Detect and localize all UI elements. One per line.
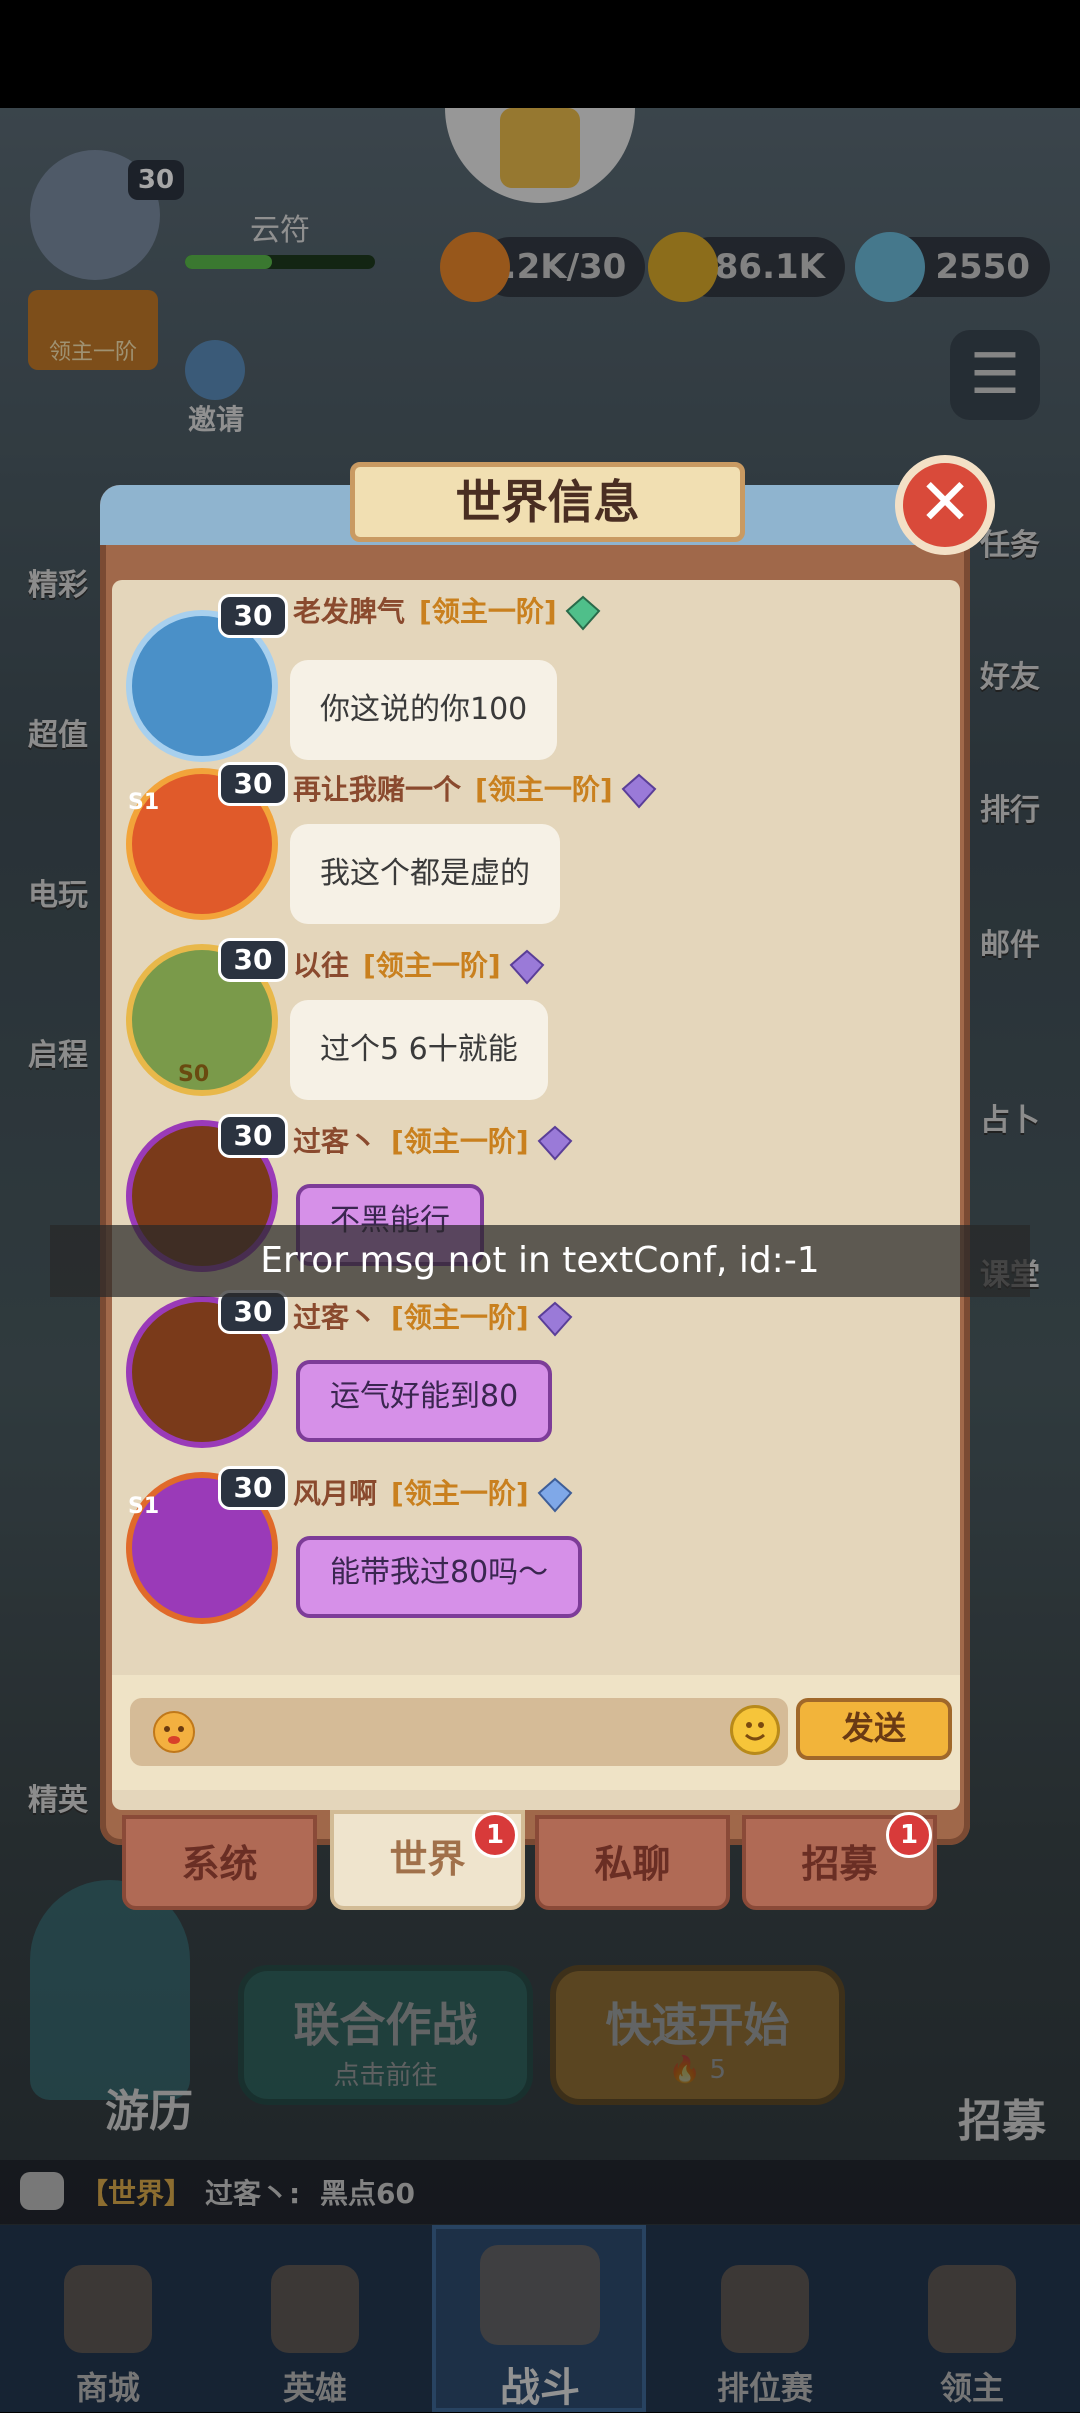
message-header: 风月啊 [领主一阶] bbox=[293, 1472, 575, 1516]
level-badge: 30 bbox=[218, 1466, 288, 1510]
chat-message: S1 30 风月啊 [领主一阶] 能带我过80吗～ bbox=[118, 1466, 938, 1642]
message-bubble: 运气好能到80 bbox=[296, 1360, 553, 1442]
message-bubble: 过个5 6十就能 bbox=[290, 1000, 548, 1100]
chat-message: 30 过客丶 [领主一阶] 运气好能到80 bbox=[118, 1290, 938, 1466]
tab-system[interactable]: 系统 bbox=[122, 1815, 317, 1910]
tab-label: 系统 bbox=[181, 1842, 258, 1886]
tab-world-badge: 1 bbox=[472, 1812, 518, 1858]
chat-message: S1 30 再让我赌一个 [领主一阶] 我这个都是虚的 bbox=[118, 762, 938, 938]
error-toast: Error msg not in textConf, id:-1 bbox=[50, 1225, 1030, 1297]
season-badge: S1 bbox=[128, 790, 160, 815]
message-header: 以往 [领主一阶] bbox=[293, 944, 547, 988]
rank-tag: [领主一阶] bbox=[391, 1477, 529, 1510]
level-badge: 30 bbox=[218, 1114, 288, 1158]
tab-label: 世界 bbox=[389, 1837, 466, 1881]
tab-private[interactable]: 私聊 bbox=[535, 1815, 730, 1910]
rank-gem-icon bbox=[621, 773, 657, 809]
rank-tag: [领主一阶] bbox=[391, 1125, 529, 1158]
message-header: 老发脾气 [领主一阶] bbox=[293, 590, 603, 634]
modal-title: 世界信息 bbox=[350, 462, 745, 542]
emoji-icon[interactable] bbox=[730, 1705, 780, 1755]
tab-recruit-badge: 1 bbox=[886, 1812, 932, 1858]
message-bubble: 我这个都是虚的 bbox=[290, 824, 560, 924]
chat-message: S0 30 以往 [领主一阶] 过个5 6十就能 bbox=[118, 938, 938, 1114]
username[interactable]: 过客丶 bbox=[293, 1125, 377, 1158]
message-bubble: 能带我过80吗～ bbox=[296, 1536, 583, 1618]
rank-gem-icon bbox=[565, 595, 601, 631]
rank-gem-icon bbox=[537, 1301, 573, 1337]
close-x-icon: ✕ bbox=[918, 466, 972, 540]
rank-gem-icon bbox=[509, 949, 545, 985]
rank-gem-icon bbox=[537, 1477, 573, 1513]
username[interactable]: 风月啊 bbox=[293, 1477, 377, 1510]
status-bar bbox=[0, 0, 1080, 108]
rank-gem-icon bbox=[537, 1125, 573, 1161]
message-header: 再让我赌一个 [领主一阶] bbox=[293, 768, 659, 812]
message-bubble: 你这说的你100 bbox=[290, 660, 558, 760]
level-badge: 30 bbox=[218, 938, 288, 982]
rank-tag: [领主一阶] bbox=[475, 773, 613, 806]
rank-tag: [领主一阶] bbox=[391, 1301, 529, 1334]
username[interactable]: 过客丶 bbox=[293, 1301, 377, 1334]
close-button[interactable]: ✕ bbox=[895, 455, 995, 555]
message-header: 过客丶 [领主一阶] bbox=[293, 1120, 575, 1164]
send-button[interactable]: 发送 bbox=[796, 1698, 952, 1760]
level-badge: 30 bbox=[218, 594, 288, 638]
season-badge: S0 bbox=[178, 1062, 210, 1087]
rank-tag: [领主一阶] bbox=[363, 949, 501, 982]
rank-tag: [领主一阶] bbox=[419, 595, 557, 628]
chat-input[interactable] bbox=[130, 1698, 788, 1766]
season-badge: S1 bbox=[128, 1494, 160, 1519]
sticker-face-icon[interactable] bbox=[152, 1710, 196, 1754]
username[interactable]: 以往 bbox=[293, 949, 349, 982]
tab-label: 私聊 bbox=[594, 1842, 671, 1886]
message-header: 过客丶 [领主一阶] bbox=[293, 1296, 575, 1340]
username[interactable]: 再让我赌一个 bbox=[293, 773, 461, 806]
chat-message: 30 老发脾气 [领主一阶] 你这说的你100 bbox=[118, 594, 938, 770]
username[interactable]: 老发脾气 bbox=[293, 595, 405, 628]
level-badge: 30 bbox=[218, 762, 288, 806]
tab-label: 招募 bbox=[801, 1842, 878, 1886]
